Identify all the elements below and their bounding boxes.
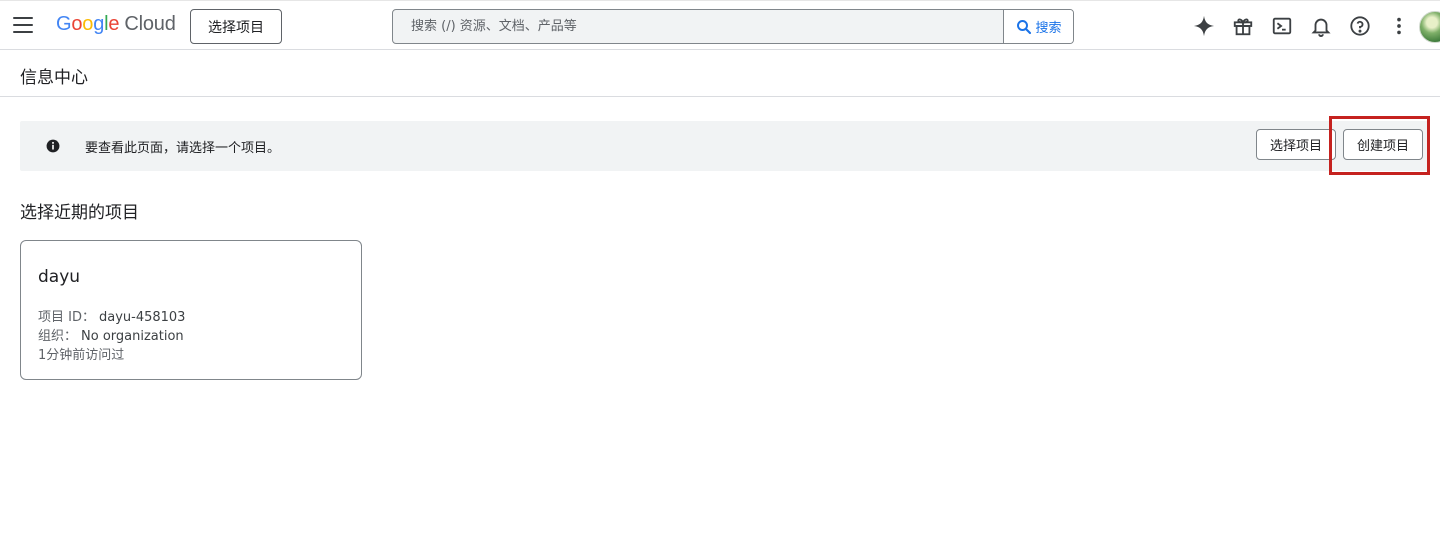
- project-id-value: dayu-458103: [98, 310, 186, 325]
- google-cloud-logo[interactable]: Go o g l e Cloud: [56, 13, 176, 39]
- search-button-label: 搜索: [1035, 21, 1062, 36]
- notifications-icon[interactable]: [1307, 12, 1335, 40]
- gift-icon[interactable]: [1229, 12, 1257, 40]
- more-vert-icon[interactable]: [1385, 12, 1413, 40]
- search-input[interactable]: [393, 10, 1003, 43]
- search-icon: [1017, 19, 1032, 34]
- page-header: 信息中心: [0, 50, 1440, 97]
- search-button[interactable]: 搜索: [1003, 10, 1073, 43]
- cloud-shell-icon[interactable]: [1268, 12, 1296, 40]
- select-project-banner: 要查看此页面，请选择一个项目。 选择项目 创建项目: [20, 121, 1430, 171]
- toolbar-icons: [1190, 12, 1424, 40]
- gemini-sparkle-icon[interactable]: [1190, 12, 1218, 40]
- banner-message: 要查看此页面，请选择一个项目。: [85, 141, 281, 156]
- select-project-button[interactable]: 选择项目: [1256, 129, 1336, 160]
- project-org-label: 组织：: [38, 329, 78, 344]
- recent-projects-title: 选择近期的项目: [20, 203, 139, 223]
- project-org-value: No organization: [81, 329, 184, 344]
- project-card[interactable]: dayu 项目 ID： dayu-458103 组织： No organizatio…: [20, 240, 362, 380]
- create-project-button[interactable]: 创建项目: [1343, 129, 1423, 160]
- top-bar: Go o g l e Cloud 选择项目 搜索: [0, 0, 1440, 50]
- project-id-label: 项目 ID：: [38, 310, 95, 325]
- project-name: dayu: [38, 267, 81, 287]
- menu-icon[interactable]: [12, 15, 34, 35]
- project-picker-button[interactable]: 选择项目: [190, 9, 282, 44]
- search-bar: 搜索: [392, 9, 1074, 44]
- page-title: 信息中心: [20, 68, 88, 88]
- project-id-row: 项目 ID： dayu-458103: [38, 306, 185, 325]
- info-icon: [46, 139, 60, 153]
- project-last-visited: 1分钟前访问过: [38, 348, 125, 363]
- project-org-row: 组织： No organization: [38, 325, 184, 344]
- help-icon[interactable]: [1346, 12, 1374, 40]
